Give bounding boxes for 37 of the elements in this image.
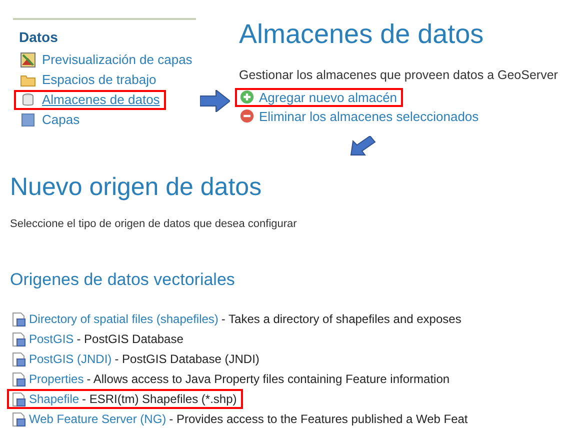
minus-icon xyxy=(240,109,254,124)
source-description: - PostGIS Database xyxy=(76,331,184,348)
source-description: - Provides access to the Features published a Web Feat xyxy=(169,411,468,428)
page-title: Almacenes de datos xyxy=(239,18,485,50)
sidebar-link[interactable]: Almacenes de datos xyxy=(42,90,160,110)
source-description: - Takes a directory of shapefiles and exposes xyxy=(221,311,462,328)
source-description: - Allows access to Java Property files containing Feature information xyxy=(86,371,450,388)
action-link[interactable]: Eliminar los almacenes seleccionados xyxy=(259,106,479,126)
source-link[interactable]: Shapefile xyxy=(29,390,80,408)
map-icon xyxy=(20,52,36,68)
sidebar-link[interactable]: Previsualización de capas xyxy=(42,50,192,70)
document-icon xyxy=(12,392,26,406)
database-icon xyxy=(20,92,36,108)
action-link[interactable]: Agregar nuevo almacén xyxy=(259,88,398,107)
page-description: Seleccione el tipo de origen de datos que desea configurar xyxy=(10,217,298,232)
page-description: Gestionar los almacenes que proveen datos a GeoServer xyxy=(239,67,558,84)
document-icon xyxy=(12,352,26,366)
document-icon xyxy=(12,312,26,326)
document-icon xyxy=(12,332,26,346)
section-heading: Datos xyxy=(19,28,59,46)
arrow-icon xyxy=(200,90,230,112)
source-link[interactable]: Web Feature Server (NG) xyxy=(29,410,166,428)
document-icon xyxy=(12,372,26,386)
source-link[interactable]: Properties xyxy=(29,370,84,388)
source-description: - ESRI(tm) Shapefiles (*.shp) xyxy=(82,391,237,408)
section-title: Origenes de datos vectoriales xyxy=(10,268,236,290)
sidebar-link[interactable]: Espacios de trabajo xyxy=(42,70,156,90)
document-icon xyxy=(12,412,26,426)
plus-icon xyxy=(240,90,254,104)
page-title: Nuevo origen de datos xyxy=(10,172,263,202)
sidebar-link[interactable]: Capas xyxy=(42,110,80,130)
square-icon xyxy=(20,112,36,128)
arrow-icon xyxy=(350,136,376,158)
source-link[interactable]: Directory of spatial files (shapefiles) xyxy=(29,310,218,328)
source-link[interactable]: PostGIS (JNDI) xyxy=(29,350,112,368)
source-link[interactable]: PostGIS xyxy=(29,330,74,348)
source-description: - PostGIS Database (JNDI) xyxy=(114,351,260,368)
